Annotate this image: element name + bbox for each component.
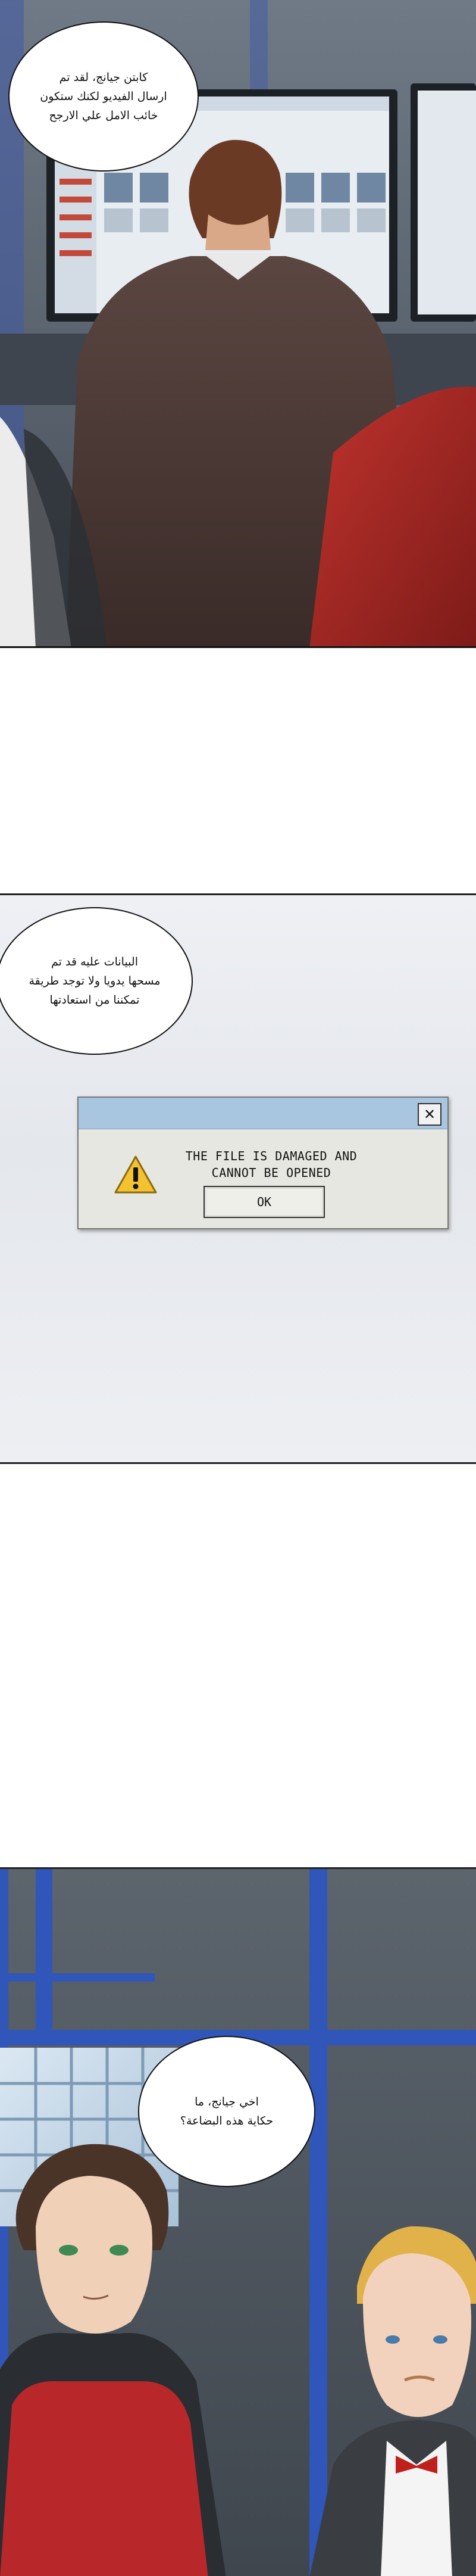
- conversation-scene-illustration: [0, 1869, 476, 2576]
- ok-button[interactable]: OK: [203, 1186, 325, 1218]
- close-button[interactable]: ✕: [418, 1103, 441, 1126]
- speech-bubble: البيانات عليه قد تم مسحها يدويا ولا توجد…: [0, 907, 193, 1055]
- warning-icon: [114, 1155, 157, 1194]
- speech-bubble: اخي جيانج، ما حكاية هذه البضاعة؟: [138, 2036, 315, 2187]
- panel-conversation: اخي جيانج، ما حكاية هذه البضاعة؟: [0, 1867, 476, 2576]
- dialog-message-line: CANNOT BE OPENED: [211, 1166, 331, 1180]
- dialog-message-line: THE FILE IS DAMAGED AND: [185, 1149, 358, 1163]
- speech-text: اخي جيانج، ما حكاية هذه البضاعة؟: [180, 2095, 274, 2128]
- dialog-title-bar: [79, 1098, 447, 1129]
- speech-text: البيانات عليه قد تم مسحها يدويا ولا توجد…: [29, 955, 161, 1007]
- dialog-message: THE FILE IS DAMAGED AND CANNOT BE OPENED: [164, 1148, 378, 1181]
- error-dialog: ✕ THE FILE IS DAMAGED AND CANNOT BE OPEN…: [77, 1097, 449, 1229]
- panel-error-dialog: البيانات عليه قد تم مسحها يدويا ولا توجد…: [0, 893, 476, 1464]
- speech-text: كابتن جيانج، لقد تم ارسال الفيديو لكنك س…: [40, 71, 167, 122]
- panel-office-monitor: كابتن جيانج، لقد تم ارسال الفيديو لكنك س…: [0, 0, 476, 648]
- speech-bubble: كابتن جيانج، لقد تم ارسال الفيديو لكنك س…: [8, 21, 199, 172]
